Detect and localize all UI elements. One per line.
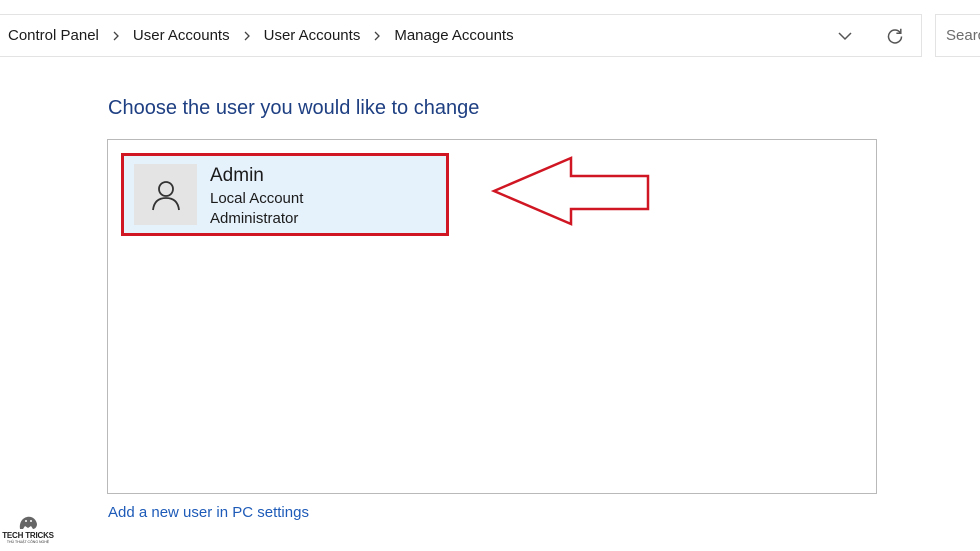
watermark-title: TECH TRICKS — [2, 531, 54, 540]
user-icon — [151, 180, 180, 210]
refresh-button[interactable] — [875, 15, 915, 56]
watermark-subtitle: THỦ THUẬT CÔNG NGHỆ — [6, 540, 50, 544]
breadcrumb-item-manage-accounts[interactable]: Manage Accounts — [394, 27, 513, 44]
search-input[interactable]: Search — [935, 14, 980, 57]
account-type: Local Account — [210, 190, 304, 207]
tiger-logo-icon — [19, 516, 37, 529]
arrow-left-icon — [490, 156, 650, 226]
account-role: Administrator — [210, 210, 299, 227]
refresh-icon — [887, 28, 903, 44]
chevron-right-icon[interactable] — [373, 31, 381, 41]
address-bar[interactable]: Control Panel User Accounts User Account… — [0, 14, 922, 57]
account-name: Admin — [210, 165, 264, 186]
page-title: Choose the user you would like to change — [108, 97, 480, 119]
add-user-link[interactable]: Add a new user in PC settings — [108, 504, 309, 521]
account-tile-admin[interactable]: Admin Local Account Administrator — [121, 153, 449, 236]
breadcrumb-item-control-panel[interactable]: Control Panel — [8, 27, 99, 44]
watermark: TECH TRICKS THỦ THUẬT CÔNG NGHỆ — [2, 515, 54, 549]
chevron-down-icon — [838, 31, 852, 40]
history-dropdown-button[interactable] — [825, 15, 865, 56]
avatar — [134, 164, 197, 225]
search-placeholder: Search — [946, 27, 980, 44]
chevron-right-icon[interactable] — [243, 31, 251, 41]
breadcrumb-item-user-accounts[interactable]: User Accounts — [133, 27, 230, 44]
breadcrumb: Control Panel User Accounts User Account… — [0, 27, 825, 44]
breadcrumb-item-user-accounts-2[interactable]: User Accounts — [264, 27, 361, 44]
chevron-right-icon[interactable] — [112, 31, 120, 41]
